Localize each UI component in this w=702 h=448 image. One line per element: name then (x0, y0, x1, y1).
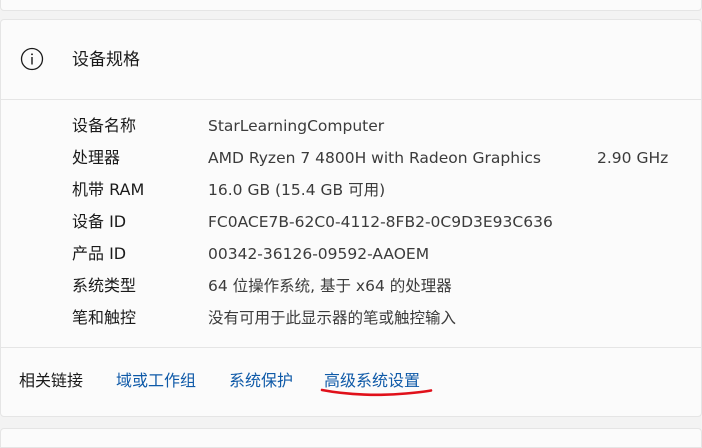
spec-label: 系统类型 (72, 276, 137, 295)
spec-row-ram: 机带 RAM 16.0 GB (15.4 GB 可用) (1, 178, 701, 202)
spec-value: 00342-36126-09592-AAOEM (208, 245, 430, 263)
spec-value: 没有可用于此显示器的笔或触控输入 (208, 309, 457, 327)
spec-row-pen-touch: 笔和触控 没有可用于此显示器的笔或触控输入 (1, 306, 701, 330)
spec-label: 处理器 (72, 148, 121, 167)
domain-workgroup-link[interactable]: 域或工作组 (116, 369, 196, 393)
next-section-card (0, 428, 702, 448)
red-underline-annotation (320, 388, 433, 397)
spec-row-product-id: 产品 ID 00342-36126-09592-AAOEM (1, 242, 701, 266)
spec-row-device-name: 设备名称 StarLearningComputer (1, 114, 701, 138)
spec-label: 设备 ID (72, 212, 127, 231)
device-specifications-card: 设备规格 设备名称 StarLearningComputer 处理器 AMD R… (0, 19, 702, 348)
spec-value: StarLearningComputer (208, 117, 385, 135)
system-protection-link[interactable]: 系统保护 (229, 369, 293, 393)
spec-value: 64 位操作系统, 基于 x64 的处理器 (208, 277, 452, 295)
related-links-label: 相关链接 (19, 371, 84, 390)
info-icon (20, 47, 44, 71)
spec-value: AMD Ryzen 7 4800H with Radeon Graphics (208, 149, 541, 167)
spec-label: 笔和触控 (72, 308, 137, 327)
spec-row-system-type: 系统类型 64 位操作系统, 基于 x64 的处理器 (1, 274, 701, 298)
spec-value: 16.0 GB (15.4 GB 可用) (208, 181, 386, 199)
related-links-bar: 相关链接 域或工作组 系统保护 高级系统设置 (0, 347, 702, 417)
previous-section-card (0, 0, 702, 11)
spec-row-device-id: 设备 ID FC0ACE7B-62C0-4112-8FB2-0C9D3E93C6… (1, 210, 701, 234)
processor-speed: 2.90 GHz (597, 149, 669, 167)
device-specifications-header[interactable]: 设备规格 (1, 20, 701, 100)
spec-row-processor: 处理器 AMD Ryzen 7 4800H with Radeon Graphi… (1, 146, 701, 170)
section-title: 设备规格 (72, 50, 140, 70)
spec-label: 机带 RAM (72, 180, 145, 199)
spec-label: 设备名称 (72, 116, 137, 135)
spec-label: 产品 ID (72, 244, 127, 263)
spec-value: FC0ACE7B-62C0-4112-8FB2-0C9D3E93C636 (208, 213, 553, 231)
